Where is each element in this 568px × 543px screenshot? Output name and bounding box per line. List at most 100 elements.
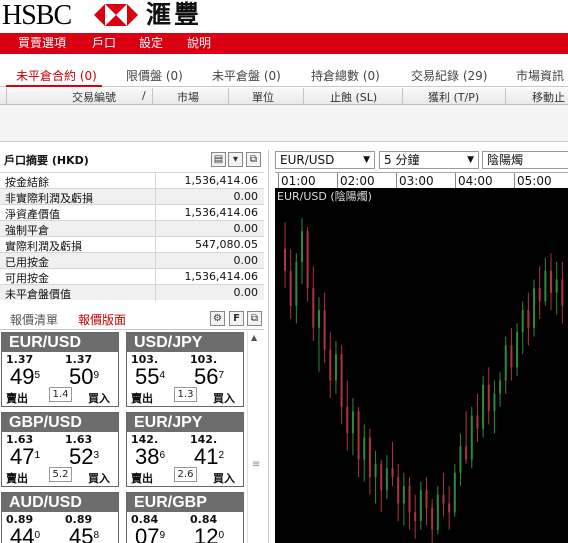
- sell-price-fraction: 0: [34, 530, 41, 541]
- col-trailing-stop[interactable]: 移動止: [532, 89, 565, 105]
- buy-price-button[interactable]: 0.89 458: [61, 512, 119, 543]
- menu-help[interactable]: 說明: [187, 36, 211, 51]
- account-row-value: 0.00: [233, 254, 259, 267]
- scroll-grip-icon[interactable]: ≡: [252, 459, 260, 470]
- candle-down: [448, 503, 451, 513]
- quote-tile: AUD/USD 0.89 440 0.89 458: [1, 492, 119, 543]
- buy-price-fraction: 9: [93, 370, 100, 381]
- sell-price-button[interactable]: 0.84 079: [127, 512, 185, 543]
- column-divider: [402, 88, 403, 105]
- buy-price-button[interactable]: 0.84 120: [186, 512, 244, 543]
- candle-down: [346, 406, 349, 434]
- account-row-value: 1,536,414.06: [184, 174, 258, 187]
- tab-open-orders[interactable]: 未平倉盤 (0): [212, 67, 281, 84]
- tab-position-totals[interactable]: 持倉總數 (0): [311, 67, 380, 84]
- col-units[interactable]: 單位: [252, 89, 274, 105]
- dropdown-icon[interactable]: ▾: [228, 152, 243, 167]
- sell-price-main: 47: [10, 444, 35, 469]
- account-row: 淨資產價值 1,536,414.06: [0, 204, 264, 221]
- buy-price-fraction: 7: [218, 370, 225, 381]
- chart-time-axis: 01:00 02:00 03:00 04:00 05:00: [275, 172, 568, 188]
- candlestick-chart[interactable]: EUR/USD (陰陽燭): [275, 188, 568, 543]
- candle-up: [300, 231, 303, 262]
- candle-down: [465, 446, 468, 460]
- candle-down: [391, 468, 394, 478]
- candle-down: [510, 345, 513, 368]
- symbol-select[interactable]: EUR/USD ▼: [275, 151, 375, 169]
- interval-select[interactable]: 5 分鐘 ▼: [379, 151, 479, 169]
- cell-divider: [155, 221, 156, 237]
- buy-price-pips: 523: [69, 445, 99, 469]
- print-icon[interactable]: ▤: [211, 152, 226, 167]
- sell-price-fraction: 5: [34, 370, 41, 381]
- account-row-value: 547,080.05: [195, 238, 258, 251]
- buy-price-main: 12: [194, 524, 219, 543]
- quote-view-tabs: 報價清單 報價版面 ⚙ F ⧉: [0, 306, 264, 330]
- scroll-up-arrow-icon[interactable]: ▲: [251, 333, 257, 342]
- sell-price-pips: 554: [135, 365, 165, 389]
- tab-market-info[interactable]: 市場資訊: [516, 67, 564, 84]
- popout-icon[interactable]: ⧉: [247, 311, 262, 326]
- spread-badge: 5.2: [49, 467, 72, 482]
- sell-price-fraction: 1: [34, 450, 41, 461]
- time-label: 02:00: [340, 174, 375, 188]
- tab-trade-history[interactable]: 交易紀錄 (29): [411, 67, 487, 84]
- sell-price-pips: 471: [10, 445, 40, 469]
- quote-tile: GBP/USD 1.63 471 賣出 1.63 523 買入 5.2: [1, 412, 119, 487]
- candle-up: [459, 446, 462, 473]
- candle-down: [561, 279, 564, 306]
- chart-style-select[interactable]: 陰陽燭: [482, 151, 568, 169]
- settings-icon[interactable]: ⚙: [210, 311, 225, 326]
- account-row: 實際利潤及虧損 547,080.05: [0, 236, 264, 253]
- sell-label: 賣出: [6, 392, 28, 405]
- sell-price-fraction: 4: [159, 370, 166, 381]
- time-label: 01:00: [281, 174, 316, 188]
- tab-open-positions[interactable]: 未平倉合約 (0): [16, 67, 97, 84]
- panel-divider[interactable]: [268, 150, 269, 543]
- quote-pair: EUR/GBP: [127, 493, 243, 512]
- chevron-down-icon: ▼: [467, 155, 474, 165]
- col-market[interactable]: 市場: [177, 89, 199, 105]
- account-row-value: 1,536,414.06: [184, 270, 258, 283]
- spread-badge: 2.6: [174, 467, 197, 482]
- quote-pair: USD/JPY: [127, 333, 243, 352]
- column-divider: [228, 88, 229, 105]
- candle-down: [368, 437, 371, 478]
- buy-price-main: 41: [194, 444, 219, 469]
- menu-settings[interactable]: 設定: [139, 36, 163, 51]
- menu-trade-options[interactable]: 買賣選項: [18, 36, 66, 51]
- account-row: 強制平倉 0.00: [0, 220, 264, 237]
- buy-price-pips: 412: [194, 445, 224, 469]
- positions-table-body: [0, 105, 568, 142]
- tab-limit-orders[interactable]: 限價盤 (0): [126, 67, 183, 84]
- candle-down: [306, 231, 309, 289]
- sell-price-button[interactable]: 0.89 440: [2, 512, 60, 543]
- candle-up: [470, 415, 473, 460]
- quote-pair: AUD/USD: [2, 493, 118, 512]
- account-row-value: 1,536,414.06: [184, 206, 258, 219]
- col-take-profit[interactable]: 獲利 (T/P): [428, 89, 479, 105]
- account-row-value: 0.00: [233, 190, 259, 203]
- time-tick: [337, 173, 338, 188]
- menu-account[interactable]: 戶口: [92, 36, 116, 51]
- buy-price-fraction: 0: [218, 530, 225, 541]
- candle-down: [442, 494, 445, 504]
- popout-icon[interactable]: ⧉: [246, 152, 261, 167]
- candle-up: [453, 472, 456, 513]
- tab-quote-board[interactable]: 報價版面: [78, 311, 126, 328]
- spread-badge: 1.3: [174, 387, 197, 402]
- candle-up: [402, 485, 405, 504]
- symbol-select-value: EUR/USD: [280, 153, 335, 167]
- time-tick: [278, 173, 279, 188]
- favorites-icon[interactable]: F: [229, 311, 244, 326]
- col-stop-loss[interactable]: 止蝕 (SL): [330, 89, 377, 105]
- account-summary-title: 戶口摘要 (HKD): [4, 154, 89, 167]
- buy-label: 買入: [213, 392, 235, 405]
- chart-canvas: [284, 218, 564, 543]
- col-trade-id[interactable]: 交易編號: [72, 89, 116, 105]
- column-divider: [303, 88, 304, 105]
- main-menu-bar: 買賣選項 戶口 設定 說明: [0, 33, 568, 54]
- tab-quote-list[interactable]: 報價清單: [10, 311, 58, 328]
- quote-board-scrollbar[interactable]: ▲ ≡: [247, 331, 263, 543]
- buy-price-fraction: 8: [93, 530, 100, 541]
